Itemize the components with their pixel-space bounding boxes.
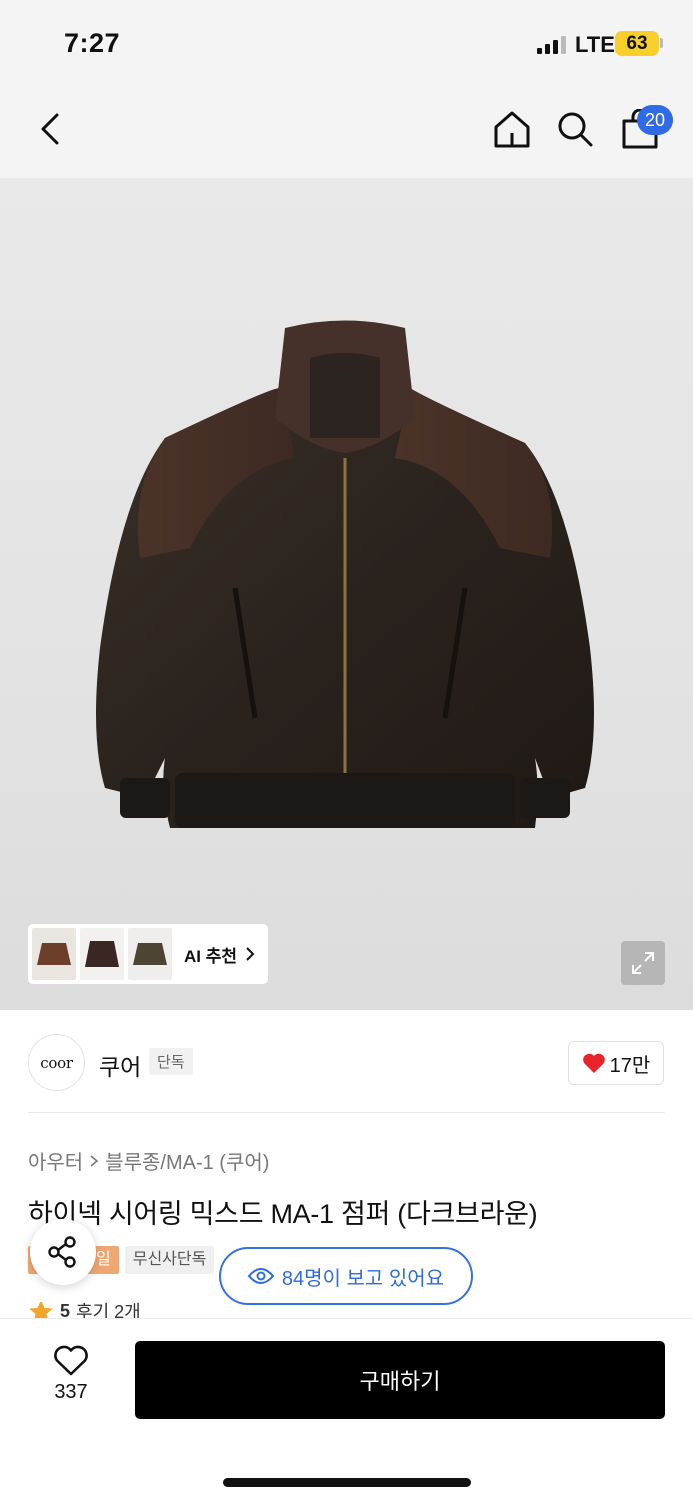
product-image[interactable]: AI 추천 [0, 178, 693, 1010]
expand-image-button[interactable] [621, 941, 665, 985]
ai-thumbnail[interactable] [32, 928, 76, 980]
brand-like-button[interactable]: 17만 [568, 1041, 664, 1085]
status-time: 7:27 [64, 28, 121, 58]
product-title: 하이넥 시어링 믹스드 MA-1 점퍼 (다크브라운) [28, 1199, 538, 1229]
battery-tip [660, 38, 663, 48]
viewers-text: 84명이 보고 있어요 [281, 1267, 445, 1290]
exclusive-tag: 무신사단독 [124, 1246, 215, 1274]
ai-recommend-panel[interactable]: AI 추천 [28, 924, 268, 984]
jacket-thumbnail-icon [85, 941, 119, 967]
ai-thumbnail[interactable] [128, 928, 172, 980]
brand-row: coor 쿠어 단독 17만 [0, 1010, 693, 1114]
jacket-image [96, 320, 594, 828]
brand-logo[interactable]: coor [28, 1034, 85, 1091]
expand-icon [632, 952, 654, 974]
eye-icon [247, 1268, 274, 1284]
heart-filled-icon [582, 1053, 605, 1073]
jacket-thumbnail-icon [133, 943, 167, 965]
ai-thumbnail[interactable] [80, 928, 124, 980]
chevron-right-icon [90, 1154, 99, 1167]
share-icon [48, 1236, 76, 1268]
home-icon [494, 111, 530, 148]
chevron-left-icon [41, 113, 59, 145]
cart-count-badge: 20 [637, 105, 673, 135]
back-button[interactable] [27, 106, 73, 152]
breadcrumb-subcategory[interactable]: 블루종/MA-1 (쿠어) [105, 1146, 269, 1175]
buy-button[interactable]: 구매하기 [135, 1341, 665, 1419]
battery-icon: 63 [615, 31, 659, 56]
exclusive-badge: 단독 [149, 1048, 193, 1075]
viewers-indicator: 84명이 보고 있어요 [219, 1247, 473, 1305]
home-button[interactable] [489, 106, 535, 152]
wishlist-button[interactable]: 337 [30, 1345, 112, 1415]
wishlist-count: 337 [54, 1381, 88, 1403]
signal-icon [537, 36, 566, 54]
search-icon [558, 112, 593, 147]
jacket-thumbnail-icon [37, 943, 71, 965]
breadcrumb: 아우터 블루종/MA-1 (쿠어) [28, 1146, 269, 1175]
brand-like-count: 17만 [609, 1054, 651, 1077]
divider [28, 1112, 665, 1113]
bottom-action-bar: 337 구매하기 [0, 1318, 693, 1500]
search-button[interactable] [552, 106, 598, 152]
ai-recommend-label: AI 추천 [184, 946, 238, 966]
network-label: LTE [575, 32, 615, 57]
status-bar: 7:27 LTE 63 [0, 0, 693, 88]
nav-bar [0, 88, 693, 178]
breadcrumb-category[interactable]: 아우터 [28, 1146, 83, 1175]
share-button[interactable] [30, 1219, 96, 1285]
heart-outline-icon [54, 1345, 88, 1376]
home-indicator [223, 1478, 471, 1487]
brand-name[interactable]: 쿠어 [99, 1048, 141, 1082]
chevron-right-icon [246, 947, 255, 961]
